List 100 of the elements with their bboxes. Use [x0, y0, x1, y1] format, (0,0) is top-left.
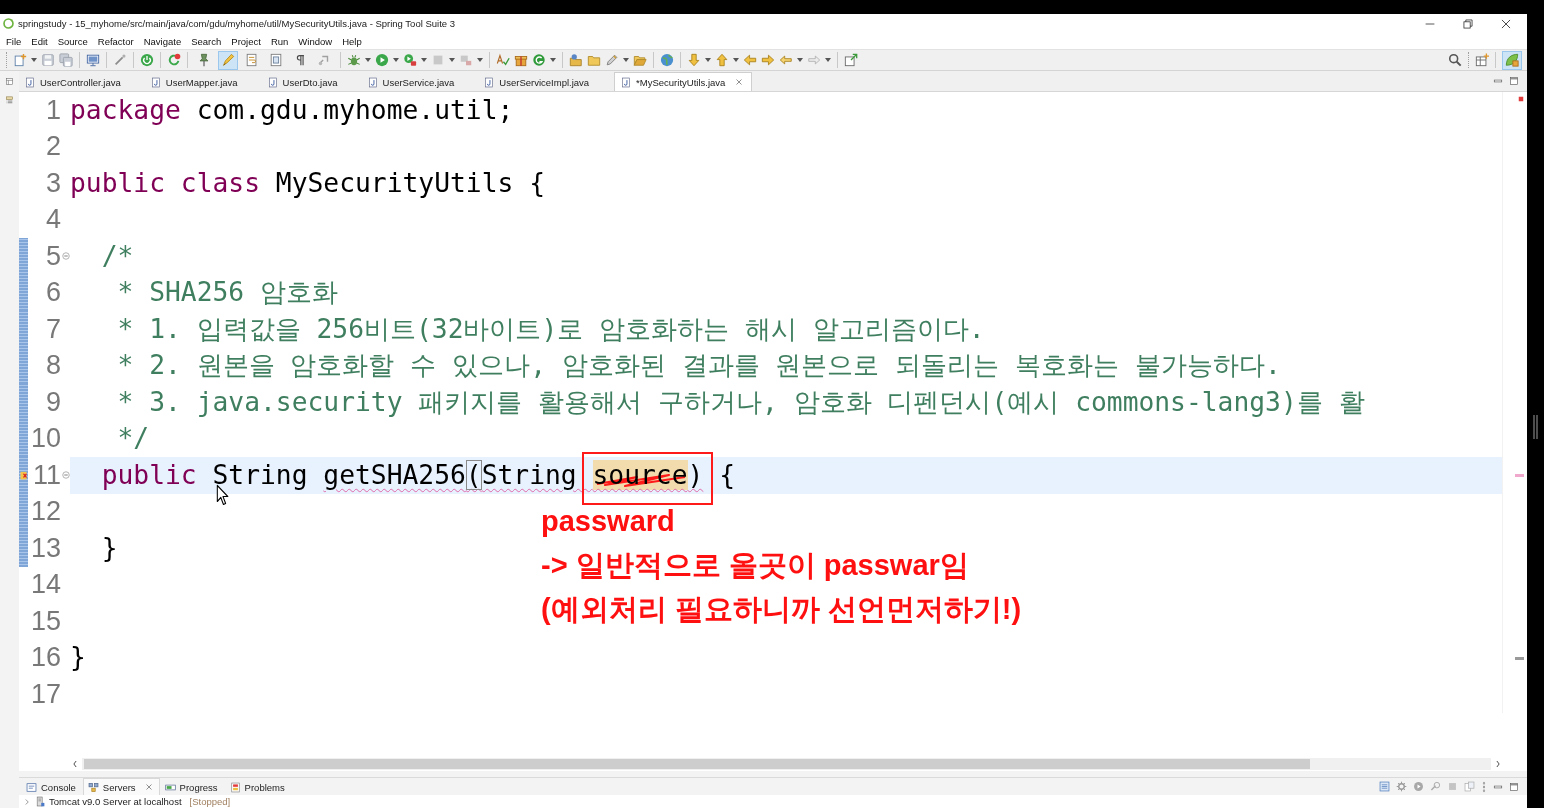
menu-item[interactable]: Navigate	[138, 33, 187, 49]
highlighter-icon	[221, 53, 235, 67]
line-number: 6	[45, 279, 61, 307]
dropdown-caret-icon[interactable]	[393, 58, 399, 62]
annotation-text: passward	[541, 504, 675, 539]
dropdown-caret-icon[interactable]	[797, 58, 803, 62]
panel-tab[interactable]: Servers	[82, 778, 160, 795]
code-line: * 1. 입력값을 256비트(32바이트)로 암호화하는 해시 알고리즘이다.	[116, 313, 985, 345]
code-line: }	[100, 532, 118, 564]
list-view-icon[interactable]	[1379, 781, 1390, 792]
code-line: * SHA256 암호화	[116, 277, 338, 309]
app-logo-icon	[3, 18, 14, 29]
gift-box-icon[interactable]	[514, 53, 528, 67]
search-icon[interactable]	[1448, 53, 1462, 67]
horizontal-scrollbar[interactable]	[82, 758, 1491, 770]
line-number: 15	[30, 607, 61, 635]
line-number: 8	[45, 352, 61, 380]
spellcheck-icon[interactable]	[496, 53, 510, 67]
code-line: * 2. 원본을 암호화할 수 있으나, 암호화된 결과를 원본으로 되돌리는 복호화는 불가능하다.	[116, 350, 1281, 382]
pin-icon	[197, 53, 211, 67]
restore-view-icon[interactable]	[5, 77, 14, 86]
dropdown-caret-icon[interactable]	[365, 58, 371, 62]
ruler-mark-icon[interactable]	[1515, 473, 1524, 477]
save-all-icon[interactable]	[59, 53, 73, 67]
editor-tab[interactable]: UserDto.java	[262, 72, 363, 91]
monitor-icon[interactable]	[86, 53, 100, 67]
line-number: 13	[30, 534, 61, 562]
line-number: 17	[30, 680, 61, 708]
editor-tab[interactable]: UserServiceImpl.java	[479, 72, 615, 91]
magnifier-icon[interactable]	[1430, 781, 1441, 792]
maximize-icon[interactable]	[1509, 781, 1519, 792]
menu-item[interactable]: Refactor	[92, 33, 139, 49]
menu-item[interactable]: Project	[226, 33, 266, 49]
dropdown-caret-icon[interactable]	[623, 58, 629, 62]
menu-item[interactable]: Help	[337, 33, 367, 49]
dropdown-caret-icon[interactable]	[449, 58, 455, 62]
line-number: 2	[45, 133, 61, 161]
play-badge-icon[interactable]	[403, 53, 417, 67]
panel-tab[interactable]: Console	[21, 778, 83, 795]
java-file-icon	[150, 76, 161, 88]
globe-icon[interactable]	[660, 53, 674, 67]
close-icon[interactable]	[1501, 18, 1511, 29]
java-file-icon	[484, 76, 495, 88]
error-indicator-icon[interactable]	[1518, 96, 1524, 102]
list-icon[interactable]	[5, 96, 14, 105]
editor-tab[interactable]: UserMapper.java	[145, 72, 263, 91]
link-icon	[317, 53, 331, 67]
external-window-icon[interactable]	[844, 53, 858, 67]
menu-item[interactable]: Edit	[26, 33, 53, 49]
documents-icon[interactable]	[1464, 781, 1475, 792]
stop-icon[interactable]	[1447, 781, 1458, 792]
menu-item[interactable]: Window	[293, 33, 338, 49]
line-number: 11	[32, 461, 61, 489]
panel-tab[interactable]: Progress	[159, 778, 225, 795]
line-number: 14	[30, 571, 61, 599]
menu-item[interactable]: Run	[265, 33, 294, 49]
menu-item[interactable]: Source	[52, 33, 93, 49]
minimize-icon[interactable]	[1493, 76, 1503, 86]
play-icon[interactable]	[375, 53, 389, 67]
code-line: * 3. java.security 패키지를 활용해서 구하거나, 암호화 디펜던시(예시 commons-lang3)를 활	[116, 386, 1365, 418]
editor-tab[interactable]: UserService.java	[362, 72, 480, 91]
folder-dot-icon[interactable]	[569, 53, 583, 67]
collapse-icon[interactable]	[61, 471, 70, 480]
editor-tab[interactable]: UserController.java	[20, 72, 146, 91]
maximize-icon[interactable]	[1509, 76, 1519, 86]
dropdown-caret-icon[interactable]	[733, 58, 739, 62]
word-wrap-icon	[245, 53, 259, 67]
dropdown-caret-icon[interactable]	[550, 58, 556, 62]
chevron-right-icon[interactable]	[1495, 760, 1501, 768]
table-plus-icon[interactable]	[1475, 53, 1489, 67]
highlight-toggle[interactable]	[218, 50, 238, 70]
arrow-right-icon[interactable]	[761, 53, 775, 67]
line-number: 16	[30, 644, 61, 672]
code-line: /*	[100, 240, 134, 272]
server-name[interactable]: Tomcat v9.0 Server at localhost	[49, 796, 182, 807]
new-file-icon[interactable]	[13, 53, 27, 67]
dropdown-caret-icon[interactable]	[421, 58, 427, 62]
scrollbar-thumb[interactable]	[84, 759, 1310, 769]
dropdown-caret-icon[interactable]	[705, 58, 711, 62]
collapse-icon[interactable]	[61, 252, 70, 261]
editor-tab[interactable]: *MySecurityUtils.java	[614, 72, 753, 91]
wand-icon[interactable]	[113, 53, 127, 67]
gear-icon[interactable]	[1396, 781, 1407, 792]
chevron-left-icon[interactable]	[72, 760, 78, 768]
dropdown-caret-icon[interactable]	[825, 58, 831, 62]
dropdown-caret-icon[interactable]	[477, 58, 483, 62]
refresh-icon[interactable]	[167, 53, 181, 67]
power-icon[interactable]	[140, 53, 154, 67]
restore-icon[interactable]	[1463, 18, 1473, 29]
spring-perspective-button[interactable]	[1502, 50, 1522, 70]
bug-icon[interactable]	[347, 53, 361, 67]
play-icon[interactable]	[1413, 781, 1424, 792]
panel-tab[interactable]: Problems	[224, 778, 292, 795]
folder-icon[interactable]	[587, 53, 601, 67]
menu-icon[interactable]	[1481, 780, 1487, 793]
menu-item[interactable]: File	[1, 33, 27, 49]
error-marker-icon[interactable]	[20, 470, 28, 480]
menu-item[interactable]: Search	[186, 33, 227, 49]
circle-arrow-icon[interactable]	[532, 53, 546, 67]
dropdown-caret-icon[interactable]	[31, 58, 37, 62]
